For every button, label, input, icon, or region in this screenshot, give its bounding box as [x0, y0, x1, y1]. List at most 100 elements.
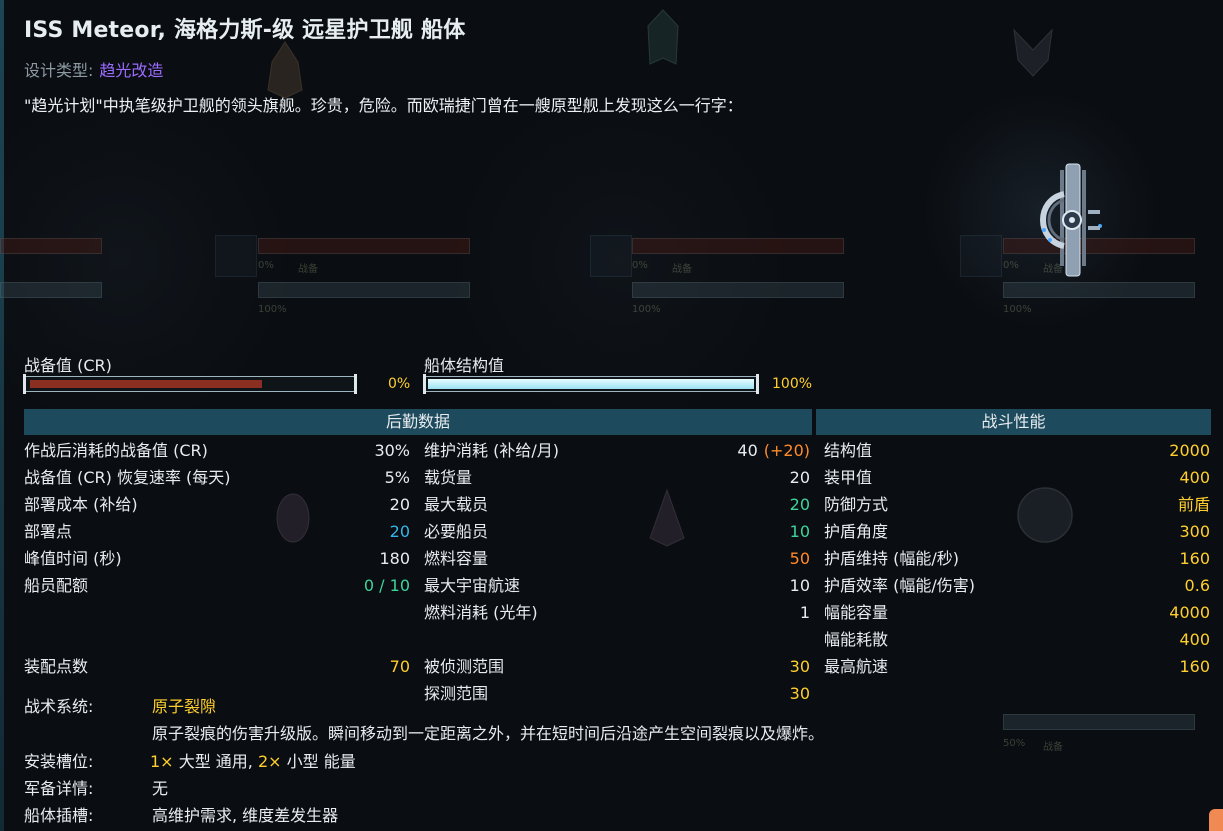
- stat-value-text: 50: [789, 549, 810, 568]
- stat-value: 30%: [374, 440, 410, 462]
- stat-row: 峰值时间 (秒) 180: [24, 548, 410, 570]
- armament-value: 无: [152, 779, 169, 798]
- stat-label: 防御方式: [824, 495, 889, 514]
- ghost-hull-bar-0: [0, 282, 102, 298]
- stat-value-text: 30%: [374, 441, 410, 460]
- stat-label: 作战后消耗的战备值 (CR): [24, 441, 208, 460]
- stat-value-text: 10: [789, 522, 810, 541]
- ghost-pct50-4: 50%: [1003, 738, 1026, 749]
- ghost-ship-icon: [267, 41, 303, 99]
- stat-row: 护盾角度 300: [824, 521, 1210, 543]
- tactical-system-label: 战术系统:: [24, 697, 94, 716]
- stat-label: 峰值时间 (秒): [24, 549, 122, 568]
- stat-label: 最大载员: [424, 495, 489, 514]
- stat-value: 20: [790, 494, 810, 516]
- stat-row: 探测范围 30: [424, 683, 810, 705]
- hull-bar: [423, 374, 759, 394]
- ghost-cr-word-1: 战备: [298, 264, 318, 275]
- cr-bar: [23, 374, 357, 394]
- ghost-hull-bar-1: [258, 282, 470, 298]
- mounts-value: 1× 大型 通用, 2× 小型 能量: [150, 748, 356, 772]
- stat-row: 结构值 2000: [824, 440, 1210, 462]
- stat-value-extra: (+20): [763, 441, 810, 460]
- stat-value: 70: [389, 657, 410, 676]
- stat-row: 燃料容量 50: [424, 548, 810, 570]
- stat-row: 幅能耗散 400: [824, 629, 1210, 651]
- stat-value: 180: [379, 548, 410, 570]
- stat-value-text: 30: [789, 684, 810, 703]
- hullmods-label: 船体插槽:: [24, 806, 94, 825]
- ghost-pct-3: 0%: [1003, 260, 1019, 271]
- stat-row: 幅能容量 4000: [824, 602, 1210, 624]
- design-type-value: 趋光改造: [99, 61, 164, 80]
- stat-label: 部署成本 (补给): [24, 495, 138, 514]
- stat-label: 必要船员: [424, 522, 489, 541]
- stat-label: 燃料消耗 (光年): [424, 603, 538, 622]
- stat-label: 护盾效率 (幅能/伤害): [824, 576, 975, 595]
- stat-value: 400: [1179, 629, 1210, 651]
- stat-value: 4000: [1169, 602, 1210, 624]
- ghost-card-1: [215, 235, 257, 277]
- stat-row: 防御方式 前盾: [824, 494, 1210, 516]
- ghost-cr-bar-0: [0, 238, 102, 254]
- stat-label: 护盾维持 (幅能/秒): [824, 549, 959, 568]
- corner-indicator: [1209, 809, 1223, 831]
- stat-label: 燃料容量: [424, 549, 489, 568]
- mount-count-small: 2×: [257, 752, 282, 771]
- stat-label: 被侦测范围: [424, 657, 505, 676]
- ship-title: ISS Meteor, 海格力斯-级 远星护卫舰 船体: [24, 18, 466, 43]
- stat-value-text: 1: [799, 603, 810, 622]
- stat-value-text: 20: [389, 495, 410, 514]
- stat-value: 2000: [1169, 440, 1210, 462]
- stat-value-text: 0 / 10: [363, 576, 410, 595]
- stat-label: 最大宇宙航速: [424, 576, 521, 595]
- stat-value-text: 400: [1179, 468, 1210, 487]
- stat-value-text: 前盾: [1177, 495, 1210, 514]
- tactical-system-name: 原子裂隙: [152, 697, 217, 716]
- stat-label: 装甲值: [824, 468, 873, 487]
- stat-value-text: 30: [789, 657, 810, 676]
- design-type-label: 设计类型:: [24, 61, 94, 80]
- stat-label: 战备值 (CR) 恢复速率 (每天): [24, 468, 231, 487]
- stat-value-text: 400: [1179, 630, 1210, 649]
- stat-value: 0.6: [1185, 575, 1210, 597]
- stat-row: 部署点 20: [24, 521, 410, 543]
- mounts-label: 安装槽位:: [24, 752, 94, 771]
- stat-row: 护盾维持 (幅能/秒) 160: [824, 548, 1210, 570]
- stat-row: 最高航速 160: [824, 656, 1210, 678]
- stat-label: 部署点: [24, 522, 73, 541]
- mount-count-large: 1×: [150, 752, 174, 771]
- ghost-pct100-1: 100%: [258, 304, 287, 315]
- stat-value-text: 40: [737, 441, 758, 460]
- tactical-system-description: 原子裂痕的伤害升级版。瞬间移动到一定距离之外，并在短时间后沿途产生空间裂痕以及爆…: [152, 724, 825, 743]
- stat-row: 装甲值 400: [824, 467, 1210, 489]
- design-type: 设计类型: 趋光改造: [24, 57, 163, 81]
- stat-value-text: 300: [1179, 522, 1210, 541]
- stat-row: 载货量 20: [424, 467, 810, 489]
- stat-value: 10: [790, 575, 810, 597]
- stat-value: 10: [790, 521, 810, 543]
- stat-label: 船员配额: [24, 576, 89, 595]
- stat-row-fitting-points: 装配点数 70: [24, 656, 410, 678]
- ghost-hull-bar-3: [1003, 282, 1195, 298]
- ghost-cr-word-4: 战备: [1043, 742, 1063, 753]
- stat-value-text: 20: [389, 522, 410, 541]
- stat-label: 结构值: [824, 441, 873, 460]
- stat-value: 40 (+20): [737, 440, 810, 462]
- ghost-pct-1: 0%: [258, 260, 274, 271]
- stat-value-text: 180: [379, 549, 410, 568]
- ghost-ship-icon: [647, 9, 679, 65]
- stat-row: 部署成本 (补给) 20: [24, 494, 410, 516]
- mount-type-small: 小型 能量: [286, 752, 356, 771]
- stat-value-text: 4000: [1169, 603, 1210, 622]
- stat-label: 护盾角度: [824, 522, 889, 541]
- hull-percent: 100%: [772, 376, 813, 392]
- stat-value: 5%: [385, 467, 410, 489]
- stat-label: 探测范围: [424, 684, 489, 703]
- ghost-hull-bar-4: [1003, 714, 1195, 730]
- mount-type-large: 大型 通用,: [178, 752, 253, 771]
- stat-value-text: 20: [789, 495, 810, 514]
- stat-row: 被侦测范围 30: [424, 656, 810, 678]
- cr-percent: 0%: [388, 376, 411, 392]
- stat-value: 30: [790, 683, 810, 705]
